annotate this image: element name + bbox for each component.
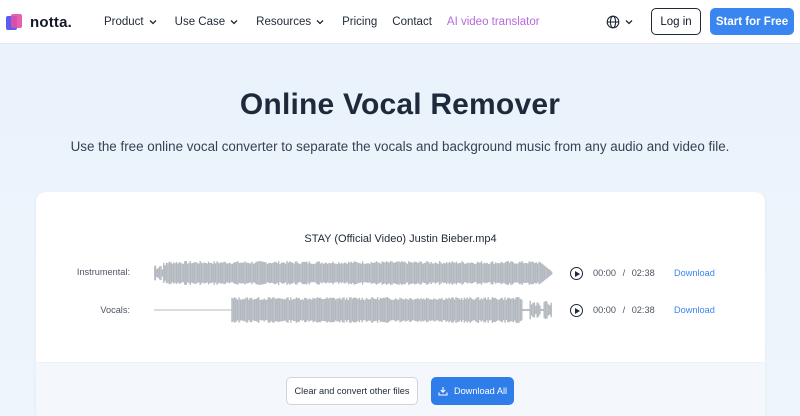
nav-item-label: Pricing — [342, 16, 378, 28]
chevron-down-icon[interactable] — [624, 17, 634, 27]
main-menu: Product Use Case Resources Pricing Conta… — [104, 0, 540, 44]
start-for-free-button[interactable]: Start for Free — [710, 8, 794, 35]
nav-item-label: Contact — [392, 16, 432, 28]
current-time: 00:00 — [593, 305, 616, 315]
download-instrumental-link[interactable]: Download — [674, 268, 715, 278]
time-separator: / — [622, 305, 626, 315]
globe-icon[interactable] — [606, 15, 620, 29]
download-all-label: Download All — [453, 386, 508, 396]
file-name: STAY (Official Video) Justin Bieber.mp4 — [304, 233, 497, 245]
page-subtitle: Use the free online vocal converter to s… — [70, 139, 730, 154]
instrumental-time: 00:00 / 02:38 — [593, 268, 655, 278]
download-icon — [438, 387, 448, 396]
download-vocals-link[interactable]: Download — [674, 305, 715, 315]
time-separator: / — [622, 268, 626, 278]
download-all-button[interactable]: Download All — [431, 377, 514, 405]
chevron-down-icon — [230, 20, 238, 25]
brand-name: notta. — [30, 13, 73, 31]
vocals-time: 00:00 / 02:38 — [593, 305, 655, 315]
logo-icon — [6, 13, 23, 31]
play-vocals-button[interactable] — [570, 304, 583, 317]
login-button[interactable]: Log in — [651, 8, 701, 35]
brand-logo[interactable]: notta. — [6, 12, 72, 32]
top-navigation: notta. Product Use Case Resources Pricin… — [0, 0, 800, 44]
duration: 02:38 — [631, 305, 655, 315]
card-footer: Clear and convert other files Download A… — [36, 362, 765, 416]
nav-item-contact[interactable]: Contact — [392, 16, 432, 28]
nav-item-use-case[interactable]: Use Case — [175, 16, 240, 28]
nav-item-pricing[interactable]: Pricing — [342, 16, 377, 28]
page-title: Online Vocal Remover — [239, 88, 561, 121]
track-label-vocals: Vocals: — [100, 305, 130, 315]
instrumental-waveform[interactable] — [154, 260, 558, 286]
result-card: STAY (Official Video) Justin Bieber.mp4 … — [36, 192, 765, 416]
play-instrumental-button[interactable] — [570, 267, 583, 280]
nav-item-product[interactable]: Product — [104, 16, 158, 28]
nav-item-ai-video-translator[interactable]: AI video translator — [447, 16, 540, 28]
chevron-down-icon — [149, 20, 157, 25]
duration: 02:38 — [631, 268, 655, 278]
nav-item-label: AI video translator — [446, 16, 540, 28]
nav-item-label: Use Case — [174, 16, 226, 28]
nav-item-label: Product — [104, 16, 144, 28]
track-label-instrumental: Instrumental: — [76, 267, 130, 277]
nav-item-label: Resources — [256, 16, 312, 28]
chevron-down-icon — [316, 20, 324, 25]
vocals-waveform[interactable] — [154, 297, 558, 323]
current-time: 00:00 — [593, 268, 616, 278]
clear-and-convert-button[interactable]: Clear and convert other files — [286, 377, 418, 405]
nav-item-resources[interactable]: Resources — [256, 16, 325, 28]
